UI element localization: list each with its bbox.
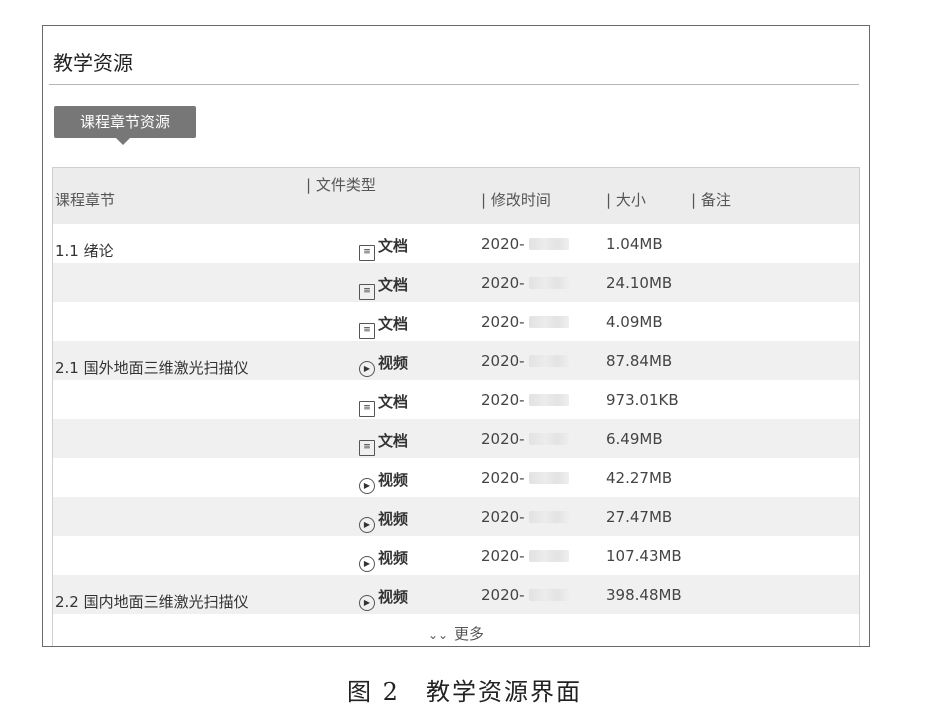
modified-time-cell: 2020- [481, 508, 569, 526]
modified-time-cell: 2020- [481, 547, 569, 565]
file-type-link[interactable]: ▶ 视频 [359, 586, 408, 611]
size-cell: 107.43MB [606, 547, 682, 565]
file-type-label: 文档 [378, 315, 409, 333]
chapter-cell: 2.2 国内地面三维激光扫描仪 [55, 593, 249, 611]
document-icon: ≡ [359, 284, 375, 300]
size-cell: 6.49MB [606, 430, 663, 448]
video-icon: ▶ [359, 517, 375, 533]
table-row[interactable]: ≡ 文档 2020- 4.09MB [53, 302, 859, 341]
size-cell: 24.10MB [606, 274, 673, 292]
redacted-date [528, 238, 569, 250]
file-type-link[interactable]: ≡ 文档 [359, 313, 408, 339]
modified-time-text: 2020- [481, 547, 525, 565]
size-cell: 973.01KB [606, 391, 679, 409]
resource-table: 课程章节 | 文件类型 | 修改时间 | 大小 | 备注 1.1 绪论 ≡ 文档 20… [52, 167, 860, 646]
table-row[interactable]: ≡ 文档 2020- 24.10MB [53, 263, 859, 302]
file-type-link[interactable]: ≡ 文档 [359, 274, 408, 300]
modified-time-cell: 2020- [481, 235, 569, 253]
video-icon: ▶ [359, 478, 375, 494]
file-type-label: 视频 [378, 588, 409, 606]
redacted-date [528, 316, 569, 328]
modified-time-text: 2020- [481, 274, 525, 292]
table-header: 课程章节 | 文件类型 | 修改时间 | 大小 | 备注 [53, 168, 859, 224]
size-cell: 398.48MB [606, 586, 682, 604]
title-divider [49, 84, 859, 85]
modified-time-text: 2020- [481, 391, 525, 409]
file-type-link[interactable]: ≡ 文档 [359, 235, 408, 261]
table-row[interactable]: ▶ 视频 2020- 27.47MB [53, 497, 859, 536]
table-row[interactable]: 1.1 绪论 ≡ 文档 2020- 1.04MB [53, 224, 859, 263]
header-note[interactable]: | 备注 [691, 189, 731, 210]
redacted-date [528, 589, 569, 601]
table-row[interactable]: 2.1 国外地面三维激光扫描仪 ▶ 视频 2020- 87.84MB [53, 341, 859, 380]
modified-time-cell: 2020- [481, 586, 569, 604]
document-icon: ≡ [359, 245, 375, 261]
file-type-label: 文档 [378, 393, 409, 411]
size-cell: 1.04MB [606, 235, 663, 253]
header-chapter[interactable]: 课程章节 [55, 189, 115, 210]
resource-panel: 教学资源 课程章节资源 课程章节 | 文件类型 | 修改时间 | 大小 | 备注… [42, 25, 870, 647]
document-icon: ≡ [359, 440, 375, 456]
file-type-link[interactable]: ▶ 视频 [359, 469, 408, 494]
table-row[interactable]: ▶ 视频 2020- 42.27MB [53, 458, 859, 497]
modified-time-text: 2020- [481, 313, 525, 331]
modified-time-cell: 2020- [481, 313, 569, 331]
redacted-date [528, 355, 569, 367]
redacted-date [528, 394, 569, 406]
modified-time-text: 2020- [481, 469, 525, 487]
video-icon: ▶ [359, 595, 375, 611]
video-icon: ▶ [359, 361, 375, 377]
redacted-date [528, 433, 569, 445]
tab-chapter-resources[interactable]: 课程章节资源 [54, 106, 196, 145]
file-type-label: 文档 [378, 237, 409, 255]
redacted-date [528, 550, 569, 562]
size-cell: 87.84MB [606, 352, 673, 370]
file-type-label: 文档 [378, 432, 409, 450]
header-modified-time[interactable]: | 修改时间 [481, 189, 551, 210]
modified-time-text: 2020- [481, 508, 525, 526]
file-type-link[interactable]: ≡ 文档 [359, 430, 408, 456]
more-button[interactable]: ⌄⌄ 更多 [53, 623, 859, 644]
modified-time-text: 2020- [481, 235, 525, 253]
file-type-label: 文档 [378, 276, 409, 294]
redacted-date [528, 472, 569, 484]
file-type-link[interactable]: ≡ 文档 [359, 391, 408, 417]
table-row[interactable]: ≡ 文档 2020- 6.49MB [53, 419, 859, 458]
size-cell: 27.47MB [606, 508, 673, 526]
modified-time-text: 2020- [481, 430, 525, 448]
redacted-date [528, 277, 569, 289]
modified-time-cell: 2020- [481, 469, 569, 487]
table-row[interactable]: 2.2 国内地面三维激光扫描仪 ▶ 视频 2020- 398.48MB [53, 575, 859, 614]
size-cell: 42.27MB [606, 469, 673, 487]
panel-title: 教学资源 [53, 51, 133, 75]
header-size[interactable]: | 大小 [606, 189, 646, 210]
file-type-link[interactable]: ▶ 视频 [359, 352, 408, 377]
redacted-date [528, 511, 569, 523]
file-type-label: 视频 [378, 549, 409, 567]
chapter-cell: 2.1 国外地面三维激光扫描仪 [55, 359, 249, 377]
file-type-label: 视频 [378, 510, 409, 528]
table-row[interactable]: ≡ 文档 2020- 973.01KB [53, 380, 859, 419]
document-icon: ≡ [359, 323, 375, 339]
file-type-label: 视频 [378, 354, 409, 372]
modified-time-cell: 2020- [481, 352, 569, 370]
file-type-label: 视频 [378, 471, 409, 489]
more-label: 更多 [454, 625, 485, 643]
modified-time-text: 2020- [481, 352, 525, 370]
video-icon: ▶ [359, 556, 375, 572]
modified-time-cell: 2020- [481, 391, 569, 409]
modified-time-text: 2020- [481, 586, 525, 604]
chapter-cell: 1.1 绪论 [55, 242, 114, 260]
modified-time-cell: 2020- [481, 274, 569, 292]
document-icon: ≡ [359, 401, 375, 417]
file-type-link[interactable]: ▶ 视频 [359, 547, 408, 572]
header-file-type[interactable]: | 文件类型 [306, 175, 381, 195]
double-chevron-down-icon: ⌄⌄ [427, 628, 449, 642]
table-row[interactable]: ▶ 视频 2020- 107.43MB [53, 536, 859, 575]
modified-time-cell: 2020- [481, 430, 569, 448]
figure-caption: 图 2 教学资源界面 [347, 678, 582, 706]
file-type-link[interactable]: ▶ 视频 [359, 508, 408, 533]
size-cell: 4.09MB [606, 313, 663, 331]
